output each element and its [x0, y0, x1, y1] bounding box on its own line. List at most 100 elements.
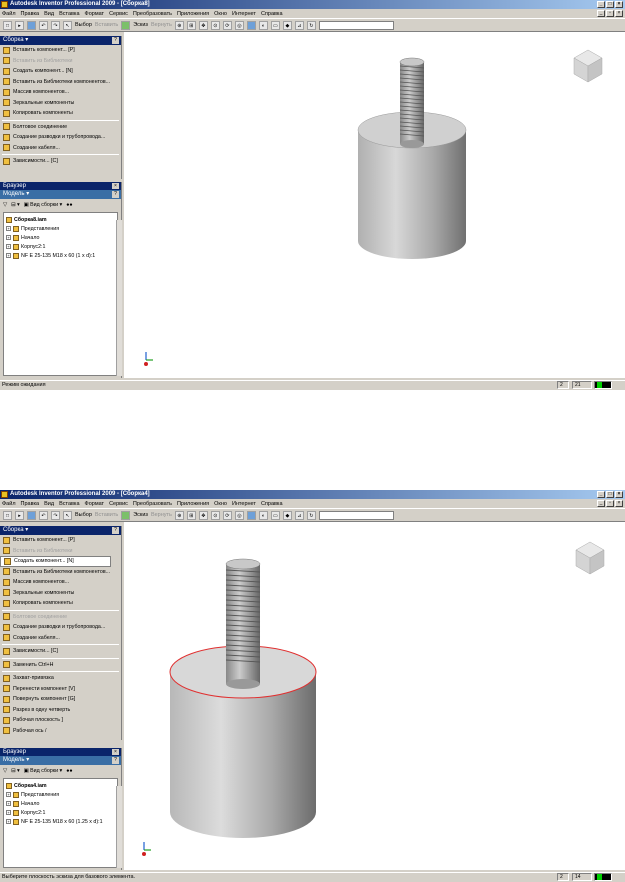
menu-help[interactable]: Справка	[261, 11, 283, 17]
threaded-stud[interactable]	[225, 558, 261, 689]
minimize-button[interactable]: _	[597, 1, 605, 8]
view-cube-icon[interactable]	[573, 49, 603, 83]
menu-internet[interactable]: Интернет	[232, 11, 256, 17]
pan-icon[interactable]: ✥	[198, 20, 208, 30]
help-icon[interactable]: ?	[112, 37, 119, 44]
tree-node[interactable]: + NF E 25-135 M18 x 60 (1 x d):1	[6, 251, 115, 260]
zoom-icon[interactable]: ⊕	[174, 510, 184, 520]
panel-command[interactable]: Создание кабеля...	[0, 633, 121, 644]
shadow-icon[interactable]: ◐	[258, 510, 268, 520]
browser-scrollbar[interactable]	[116, 220, 122, 376]
browser-model-selector[interactable]: Модель ▾ ?	[0, 190, 121, 199]
menu-edit[interactable]: Правка	[21, 501, 40, 507]
orbit-icon[interactable]: ⟳	[222, 510, 232, 520]
expand-icon[interactable]: +	[6, 792, 11, 797]
panel-command[interactable]: Вставить из Библиотеки компонентов...	[0, 77, 121, 88]
panel-command[interactable]: Захват-привязка	[0, 673, 121, 684]
panel-command[interactable]: Зеркальные компоненты	[0, 98, 121, 109]
panel-command[interactable]: Повернуть компонент [G]	[0, 694, 121, 705]
menu-view[interactable]: Вид	[44, 501, 54, 507]
open-icon[interactable]: ▸	[15, 20, 24, 30]
panel-command[interactable]: Создание разводки и трубопровода...	[0, 622, 121, 633]
return-label[interactable]: Вернуть	[151, 512, 172, 518]
new-icon[interactable]: □	[3, 510, 12, 520]
menu-window[interactable]: Окно	[214, 11, 227, 17]
help-icon[interactable]: ?	[112, 527, 119, 534]
browser-help-icon[interactable]: ?	[112, 191, 119, 198]
panel-command[interactable]: Копировать компоненты	[0, 108, 121, 119]
menu-tools[interactable]: Сервис	[109, 11, 128, 17]
doc-minimize-button[interactable]: _	[597, 500, 605, 507]
panel-command[interactable]: Заменить Ctrl+H	[0, 660, 121, 671]
menu-help[interactable]: Справка	[261, 501, 283, 507]
panel-header[interactable]: Сборка ▾ ?	[0, 36, 121, 45]
panel-command[interactable]: Перенести компонент [V]	[0, 684, 121, 695]
zoom-window-icon[interactable]: ⊞	[186, 20, 196, 30]
tree-node[interactable]: + NF E 25-135 M18 x 60 (1.25 x d):1	[6, 817, 115, 826]
select-icon[interactable]: ↖	[63, 510, 72, 520]
doc-close-button[interactable]: ×	[615, 10, 623, 17]
minimize-button[interactable]: _	[597, 491, 605, 498]
zoom-selected-icon[interactable]: ⊙	[210, 510, 220, 520]
look-at-icon[interactable]: ◎	[234, 20, 244, 30]
open-icon[interactable]: ▸	[15, 510, 24, 520]
camera-icon[interactable]: ▭	[270, 20, 280, 30]
menu-format[interactable]: Формат	[85, 501, 105, 507]
browser-help-icon[interactable]: ?	[112, 757, 119, 764]
save-icon[interactable]	[27, 20, 36, 30]
browser-close-button[interactable]: ×	[112, 183, 119, 189]
expand-icon[interactable]: +	[6, 253, 11, 258]
close-button[interactable]: ×	[615, 1, 623, 8]
tree-node[interactable]: + Начало	[6, 799, 115, 808]
tree-node[interactable]: + Корпус2:1	[6, 808, 115, 817]
expand-icon[interactable]: +	[6, 819, 11, 824]
undo-icon[interactable]: ↶	[39, 20, 48, 30]
filter-icon[interactable]: ▽	[3, 768, 7, 774]
filter-icon[interactable]: ▽	[3, 202, 7, 208]
menu-view[interactable]: Вид	[44, 11, 54, 17]
sketch-icon[interactable]	[121, 510, 131, 520]
binoculars-icon[interactable]: ●●	[66, 202, 72, 208]
tree-node[interactable]: + Начало	[6, 233, 115, 242]
menu-file[interactable]: Файл	[2, 501, 16, 507]
browser-scrollbar[interactable]	[116, 786, 122, 868]
panel-command[interactable]: Массив компонентов...	[0, 577, 121, 588]
panel-command[interactable]: Вставить компонент... [P]	[0, 535, 121, 546]
menu-tools[interactable]: Сервис	[109, 501, 128, 507]
menu-internet[interactable]: Интернет	[232, 501, 256, 507]
view-selector[interactable]: ▣ Вид сборки ▾	[24, 202, 63, 208]
tree-node[interactable]: + Корпус2:1	[6, 242, 115, 251]
doc-restore-button[interactable]: ▫	[606, 10, 614, 17]
select-label[interactable]: Выбор	[75, 512, 92, 518]
select-label[interactable]: Выбор	[75, 22, 92, 28]
pan-icon[interactable]: ✥	[198, 510, 208, 520]
new-icon[interactable]: □	[3, 20, 12, 30]
panel-command[interactable]: Массив компонентов...	[0, 87, 121, 98]
panel-command[interactable]: Вставить из Библиотеки	[0, 546, 121, 557]
panel-command[interactable]: Копировать компоненты	[0, 598, 121, 609]
measure-icon[interactable]: ⊿	[294, 510, 304, 520]
panel-command[interactable]: Вставить из Библиотеки компонентов...	[0, 567, 121, 578]
save-icon[interactable]	[27, 510, 36, 520]
panel-command[interactable]: Рабочая плоскость ]	[0, 715, 121, 726]
tree-node[interactable]: + Представления	[6, 790, 115, 799]
shadow-icon[interactable]: ◐	[258, 20, 268, 30]
sketch-icon[interactable]	[121, 20, 131, 30]
panel-command[interactable]: Создание разводки и трубопровода...	[0, 132, 121, 143]
menu-convert[interactable]: Преобразовать	[133, 11, 172, 17]
panel-command[interactable]: Болтовое соединение	[0, 612, 121, 623]
binoculars-icon[interactable]: ●●	[66, 768, 72, 774]
expand-icon[interactable]: +	[6, 810, 11, 815]
panel-header[interactable]: Сборка ▾ ?	[0, 526, 121, 535]
update-icon[interactable]: ↻	[306, 20, 316, 30]
panel-command[interactable]: Зависимости... [C]	[0, 156, 121, 167]
sketch-label[interactable]: Эскиз	[133, 22, 148, 28]
redo-icon[interactable]: ↷	[51, 510, 60, 520]
panel-command[interactable]: Разрез в одну четверть	[0, 705, 121, 716]
tree-icon[interactable]: ⊟ ▾	[11, 768, 20, 774]
tree-root[interactable]: Сборка4.iam	[6, 781, 115, 790]
menu-format[interactable]: Формат	[85, 11, 105, 17]
menu-edit[interactable]: Правка	[21, 11, 40, 17]
browser-model-selector[interactable]: Модель ▾ ?	[0, 756, 121, 765]
redo-icon[interactable]: ↷	[51, 20, 60, 30]
